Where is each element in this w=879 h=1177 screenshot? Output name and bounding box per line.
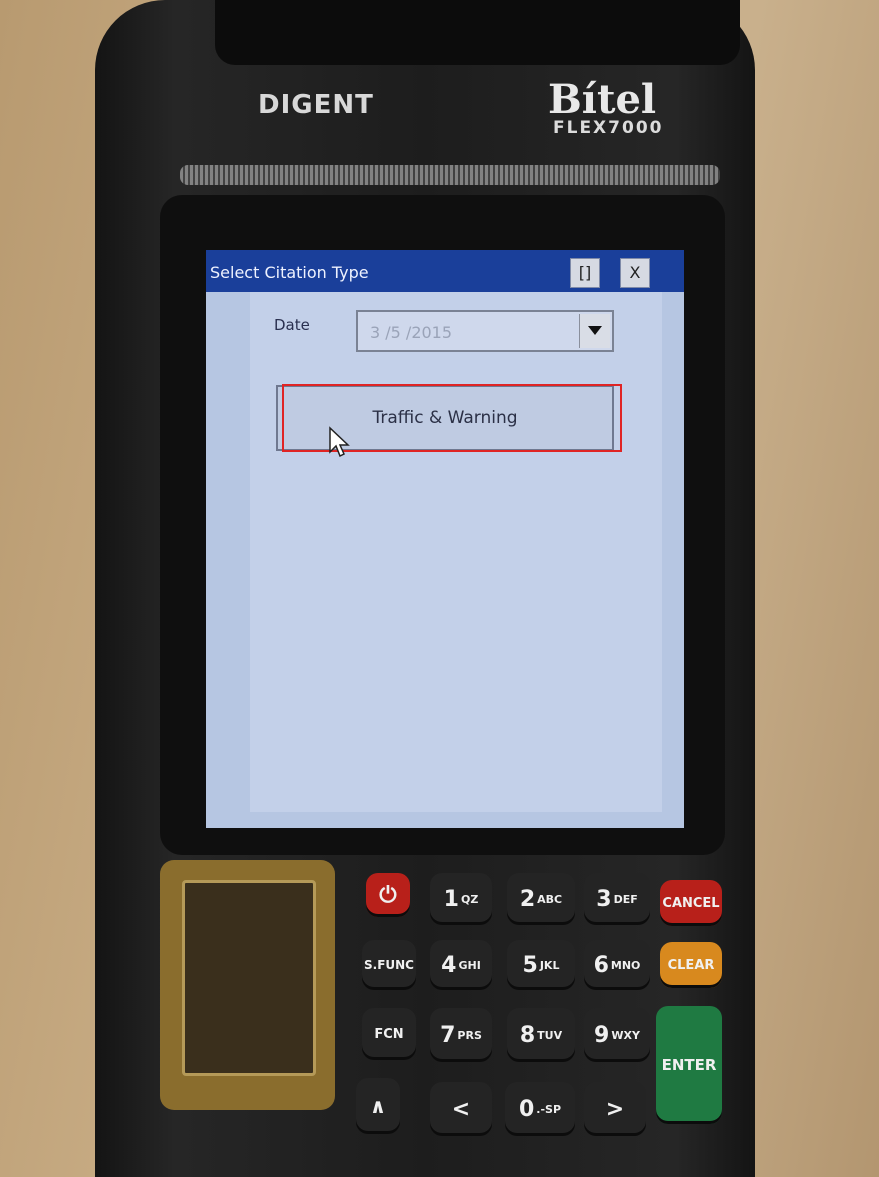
key-6-digit: 6 — [593, 952, 609, 978]
printer-cap — [215, 0, 740, 65]
brand-logo-digent: DIGENT — [258, 90, 374, 120]
key-1-letters: QZ — [460, 892, 479, 906]
key-7[interactable]: 7 PRS — [430, 1008, 492, 1062]
key-1-digit: 1 — [443, 886, 459, 912]
power-key[interactable]: ⏻ — [366, 873, 410, 917]
model-label: FLEX7000 — [553, 118, 664, 138]
key-8-letters: TUV — [537, 1028, 563, 1042]
window-title: Select Citation Type — [210, 263, 369, 282]
key-7-digit: 7 — [440, 1022, 456, 1048]
key-0-digit: 0 — [518, 1096, 535, 1122]
right-key[interactable]: > — [584, 1082, 646, 1136]
key-8[interactable]: 8 TUV — [507, 1008, 575, 1062]
sfunc-key[interactable]: S.FUNC — [362, 940, 416, 990]
key-5[interactable]: 5 JKL — [507, 940, 575, 990]
up-key[interactable]: ∧ — [356, 1078, 400, 1134]
key-8-digit: 8 — [519, 1022, 536, 1048]
date-value: 3 /5 /2015 — [370, 323, 453, 342]
window-titlebar: Select Citation Type [] X — [206, 250, 684, 292]
fcn-key[interactable]: FCN — [362, 1008, 416, 1060]
device-screen: Select Citation Type [] X Date 3 /5 /201… — [206, 250, 684, 828]
window-content — [250, 292, 662, 812]
key-4[interactable]: 4 GHI — [430, 940, 492, 990]
enter-key[interactable]: ENTER — [656, 1006, 722, 1124]
mouse-pointer-icon — [329, 426, 350, 458]
dropdown-arrow-button[interactable] — [579, 314, 610, 348]
key-9-digit: 9 — [594, 1022, 610, 1048]
key-5-letters: JKL — [539, 958, 560, 972]
clear-key[interactable]: CLEAR — [660, 942, 722, 988]
key-0[interactable]: 0 .-SP — [505, 1082, 575, 1136]
left-key[interactable]: < — [430, 1082, 492, 1136]
key-1[interactable]: 1 QZ — [430, 873, 492, 925]
key-2-digit: 2 — [519, 886, 536, 912]
brand-left-text: DIGENT — [258, 90, 374, 120]
brand-logo-bitel: Bítel — [548, 76, 657, 123]
key-3[interactable]: 3 DEF — [584, 873, 650, 925]
key-6-letters: MNO — [610, 958, 641, 972]
close-button[interactable]: X — [620, 258, 650, 288]
paper-tear-bar — [180, 165, 720, 185]
key-7-letters: PRS — [457, 1028, 482, 1042]
key-3-digit: 3 — [596, 886, 612, 912]
card-reader — [160, 860, 335, 1110]
key-5-digit: 5 — [522, 952, 538, 978]
date-dropdown[interactable]: 3 /5 /2015 — [356, 310, 614, 352]
key-9[interactable]: 9 WXY — [584, 1008, 650, 1062]
key-0-letters: .-SP — [536, 1102, 562, 1116]
key-4-letters: GHI — [458, 958, 481, 972]
key-2[interactable]: 2 ABC — [507, 873, 575, 925]
key-4-digit: 4 — [441, 952, 457, 978]
key-9-letters: WXY — [611, 1028, 640, 1042]
cancel-key[interactable]: CANCEL — [660, 880, 722, 926]
date-label: Date — [274, 316, 310, 334]
restore-button[interactable]: [] — [570, 258, 600, 288]
key-3-letters: DEF — [613, 892, 638, 906]
chevron-down-icon — [588, 326, 602, 335]
key-2-letters: ABC — [537, 892, 563, 906]
reader-window — [182, 880, 316, 1076]
key-6[interactable]: 6 MNO — [584, 940, 650, 990]
